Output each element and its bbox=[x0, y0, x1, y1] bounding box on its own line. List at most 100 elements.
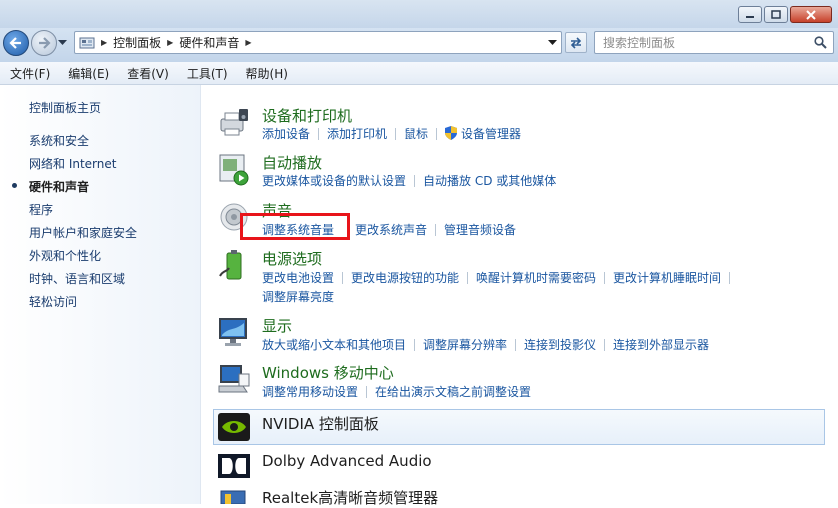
category-title[interactable]: 电源选项 bbox=[262, 248, 322, 269]
sidebar: 控制面板主页 系统和安全 网络和 Internet 硬件和声音 程序 用户帐户和… bbox=[0, 85, 201, 504]
refresh-icon bbox=[570, 36, 582, 49]
shield-icon bbox=[445, 126, 458, 140]
link-adjust-brightness[interactable]: 调整屏幕亮度 bbox=[262, 288, 334, 305]
category-links: 放大或缩小文本和其他项目 调整屏幕分辨率 连接到投影仪 连接到外部显示器 bbox=[262, 336, 709, 353]
category-links: 调整屏幕亮度 bbox=[262, 288, 334, 305]
autoplay-icon bbox=[219, 154, 249, 186]
control-panel-icon bbox=[79, 37, 95, 48]
breadcrumb-separator-icon[interactable]: ▶ bbox=[101, 38, 107, 47]
sidebar-item-network[interactable]: 网络和 Internet bbox=[29, 155, 116, 172]
recent-pages-dropdown-icon[interactable] bbox=[58, 40, 67, 46]
dolby-icon bbox=[218, 454, 250, 478]
menu-edit[interactable]: 编辑(E) bbox=[58, 65, 117, 82]
link-divider bbox=[395, 128, 397, 140]
close-icon bbox=[806, 9, 816, 20]
refresh-button[interactable] bbox=[565, 32, 587, 53]
navigation-bar: ▶ 控制面板 ▶ 硬件和声音 ▶ bbox=[0, 28, 838, 62]
window-titlebar bbox=[0, 0, 838, 28]
breadcrumb-separator-icon[interactable]: ▶ bbox=[167, 38, 173, 47]
category-links: 调整常用移动设置 在给出演示文稿之前调整设置 bbox=[262, 383, 531, 400]
sidebar-item-home[interactable]: 控制面板主页 bbox=[29, 99, 101, 116]
link-autoplay-cd[interactable]: 自动播放 CD 或其他媒体 bbox=[423, 172, 556, 189]
maximize-button[interactable] bbox=[764, 6, 788, 23]
menu-file[interactable]: 文件(F) bbox=[0, 65, 58, 82]
breadcrumb-control-panel[interactable]: 控制面板 bbox=[113, 34, 161, 51]
sidebar-item-hardware-sound[interactable]: 硬件和声音 bbox=[29, 178, 89, 195]
link-change-system-sounds[interactable]: 更改系统声音 bbox=[355, 221, 427, 238]
main-content: 设备和打印机 添加设备 添加打印机 鼠标 设备管理器 自动播放 更改媒体或设备的默认设… bbox=[201, 85, 838, 507]
nvidia-title[interactable]: NVIDIA 控制面板 bbox=[262, 413, 379, 434]
link-divider bbox=[414, 175, 416, 187]
link-divider bbox=[414, 339, 416, 351]
close-button[interactable] bbox=[790, 6, 832, 23]
category-title[interactable]: 自动播放 bbox=[262, 152, 322, 173]
category-title[interactable]: Windows 移动中心 bbox=[262, 362, 394, 383]
address-bar[interactable]: ▶ 控制面板 ▶ 硬件和声音 ▶ bbox=[74, 31, 562, 54]
link-adjust-resolution[interactable]: 调整屏幕分辨率 bbox=[423, 336, 507, 353]
category-links: 更改媒体或设备的默认设置 自动播放 CD 或其他媒体 bbox=[262, 172, 556, 189]
link-change-battery-settings[interactable]: 更改电池设置 bbox=[262, 269, 334, 286]
link-presentation-settings[interactable]: 在给出演示文稿之前调整设置 bbox=[375, 383, 531, 400]
link-divider bbox=[604, 339, 606, 351]
link-connect-projector[interactable]: 连接到投影仪 bbox=[524, 336, 596, 353]
sidebar-item-clock-language[interactable]: 时钟、语言和区域 bbox=[29, 270, 125, 287]
sidebar-item-programs[interactable]: 程序 bbox=[29, 201, 53, 218]
nvidia-icon bbox=[218, 413, 250, 441]
link-change-media-defaults[interactable]: 更改媒体或设备的默认设置 bbox=[262, 172, 406, 189]
link-divider bbox=[435, 224, 437, 236]
link-add-printer[interactable]: 添加打印机 bbox=[327, 125, 387, 142]
address-history-dropdown-icon[interactable] bbox=[548, 40, 557, 46]
minimize-button[interactable] bbox=[738, 6, 762, 23]
link-divider bbox=[436, 128, 438, 140]
menu-help[interactable]: 帮助(H) bbox=[236, 65, 296, 82]
link-divider bbox=[604, 272, 606, 284]
category-title[interactable]: 设备和打印机 bbox=[262, 105, 352, 126]
highlight-box bbox=[240, 213, 350, 240]
sidebar-item-system-security[interactable]: 系统和安全 bbox=[29, 132, 89, 149]
printer-icon bbox=[220, 109, 248, 136]
active-bullet-icon bbox=[12, 183, 17, 188]
category-links: 更改电池设置 更改电源按钮的功能 唤醒计算机时需要密码 更改计算机睡眠时间 bbox=[262, 269, 738, 286]
link-divider bbox=[729, 272, 731, 284]
menu-bar: 文件(F) 编辑(E) 查看(V) 工具(T) 帮助(H) bbox=[0, 62, 838, 85]
search-box[interactable] bbox=[594, 31, 834, 54]
breadcrumb-separator-icon[interactable]: ▶ bbox=[245, 38, 251, 47]
sidebar-item-ease-of-access[interactable]: 轻松访问 bbox=[29, 293, 77, 310]
sidebar-item-appearance[interactable]: 外观和个性化 bbox=[29, 247, 101, 264]
menu-tools[interactable]: 工具(T) bbox=[177, 65, 236, 82]
link-manage-audio-devices[interactable]: 管理音频设备 bbox=[444, 221, 516, 238]
realtek-icon bbox=[220, 490, 246, 504]
link-mouse[interactable]: 鼠标 bbox=[404, 125, 428, 142]
link-divider bbox=[366, 386, 368, 398]
search-icon[interactable] bbox=[814, 36, 827, 49]
dolby-title[interactable]: Dolby Advanced Audio bbox=[262, 452, 432, 470]
breadcrumb-hardware-sound[interactable]: 硬件和声音 bbox=[179, 34, 239, 51]
link-device-manager[interactable]: 设备管理器 bbox=[461, 125, 521, 142]
link-divider bbox=[515, 339, 517, 351]
back-arrow-icon bbox=[9, 37, 21, 49]
link-zoom-text[interactable]: 放大或缩小文本和其他项目 bbox=[262, 336, 406, 353]
window-controls bbox=[736, 6, 832, 23]
back-button[interactable] bbox=[3, 30, 29, 56]
link-change-power-button[interactable]: 更改电源按钮的功能 bbox=[351, 269, 459, 286]
link-divider bbox=[342, 272, 344, 284]
search-input[interactable] bbox=[601, 34, 814, 51]
sidebar-item-user-accounts[interactable]: 用户帐户和家庭安全 bbox=[29, 224, 137, 241]
link-connect-external-display[interactable]: 连接到外部显示器 bbox=[613, 336, 709, 353]
maximize-icon bbox=[771, 10, 781, 19]
link-adjust-mobility-settings[interactable]: 调整常用移动设置 bbox=[262, 383, 358, 400]
realtek-title[interactable]: Realtek高清晰音频管理器 bbox=[262, 487, 438, 508]
link-require-password-wake[interactable]: 唤醒计算机时需要密码 bbox=[476, 269, 596, 286]
forward-arrow-icon bbox=[39, 37, 51, 49]
category-links: 添加设备 添加打印机 鼠标 设备管理器 bbox=[262, 125, 521, 142]
link-divider bbox=[318, 128, 320, 140]
menu-view[interactable]: 查看(V) bbox=[117, 65, 177, 82]
link-add-device[interactable]: 添加设备 bbox=[262, 125, 310, 142]
link-divider bbox=[467, 272, 469, 284]
category-title[interactable]: 显示 bbox=[262, 315, 292, 336]
link-change-sleep-time[interactable]: 更改计算机睡眠时间 bbox=[613, 269, 721, 286]
forward-button[interactable] bbox=[31, 30, 57, 56]
monitor-icon bbox=[219, 318, 247, 346]
minimize-icon bbox=[746, 15, 754, 18]
battery-icon bbox=[219, 250, 242, 280]
